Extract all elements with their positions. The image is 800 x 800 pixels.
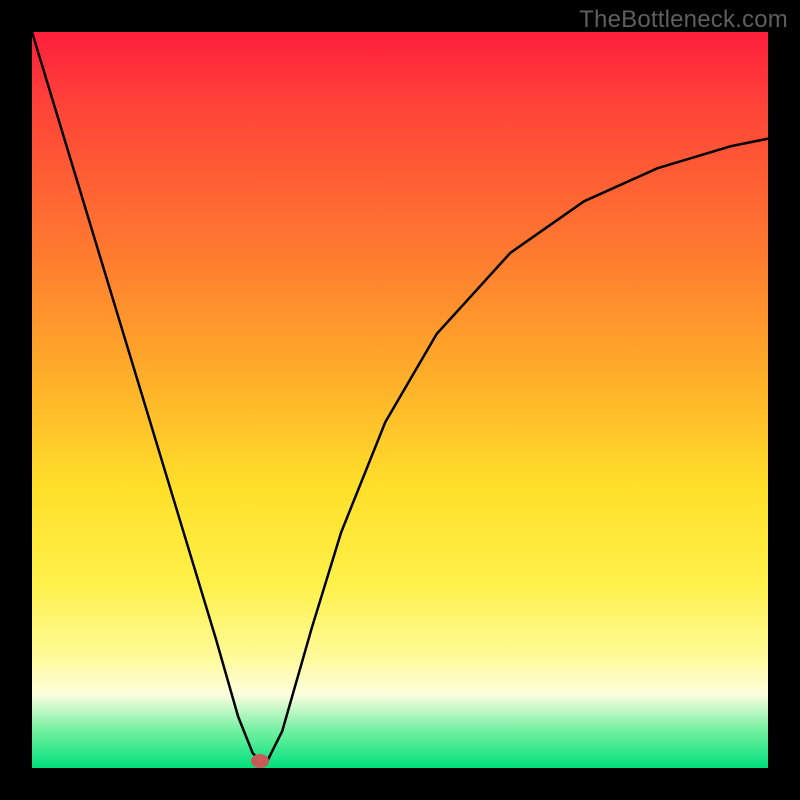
- plot-area: [32, 32, 768, 768]
- chart-frame: TheBottleneck.com: [0, 0, 800, 800]
- bottleneck-marker: [251, 754, 269, 768]
- bottleneck-curve: [32, 32, 768, 768]
- watermark-text: TheBottleneck.com: [579, 6, 788, 34]
